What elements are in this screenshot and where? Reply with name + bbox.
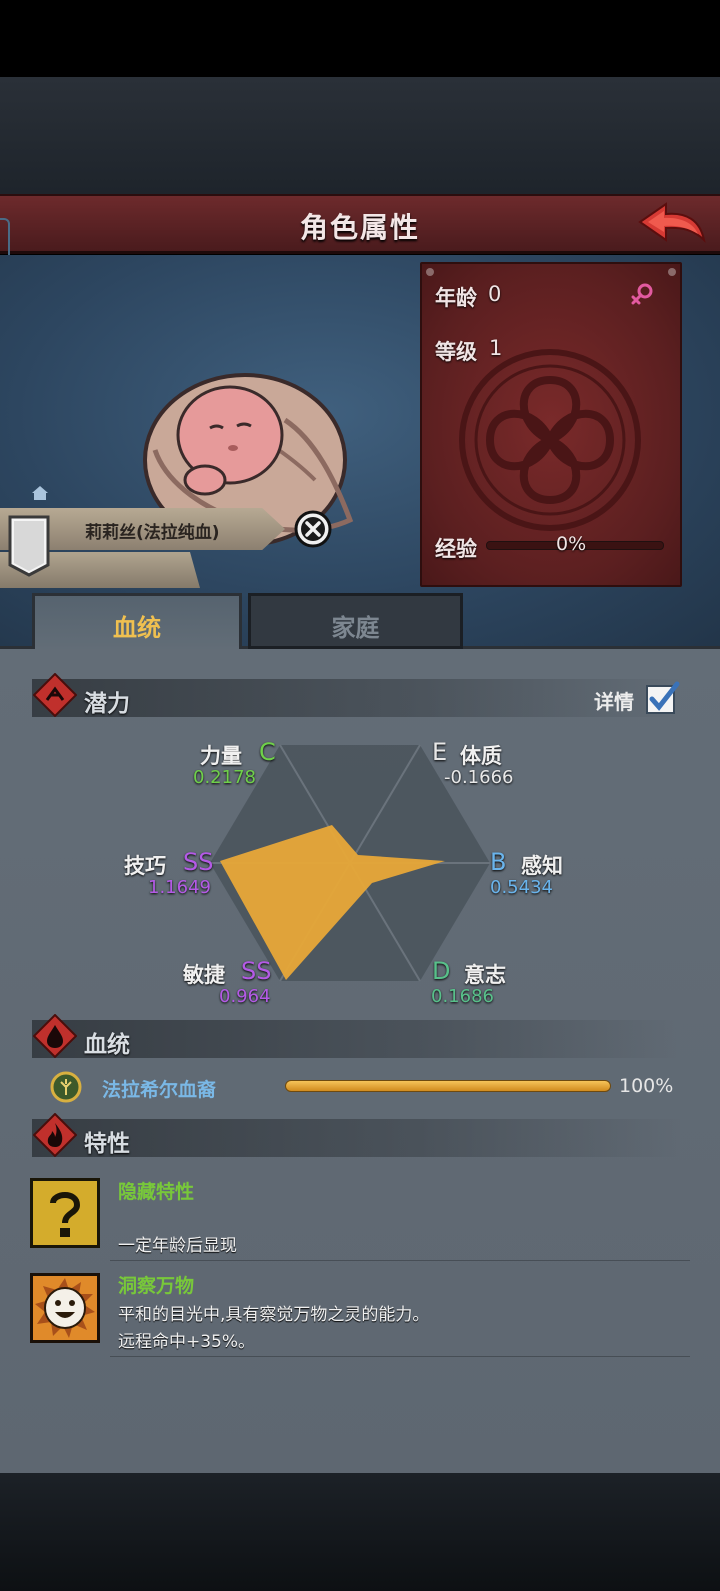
age-label: 年龄: [435, 286, 477, 310]
attr-skill-value: 1.1649: [148, 877, 211, 898]
attr-willpower-name: 意志: [464, 963, 506, 987]
tab-bloodline[interactable]: 血统: [32, 593, 242, 649]
exp-label: 经验: [435, 537, 477, 561]
top-background: [0, 77, 720, 194]
trait-hidden-name: 隐藏特性: [118, 1181, 195, 1203]
trait-insight-effect: 远程命中+35%。: [118, 1332, 256, 1352]
lineage-progress-bar: [285, 1080, 611, 1092]
tab-family[interactable]: 家庭: [248, 593, 463, 649]
page-title: 角色属性: [299, 211, 420, 244]
tree-crest-icon: [50, 1071, 82, 1103]
attr-strength-value: 0.2178: [193, 767, 256, 788]
exp-value: 0%: [556, 533, 587, 555]
detail-label: 详情: [594, 690, 634, 714]
smiling-sun-icon[interactable]: [29, 1272, 101, 1344]
attr-agility-value: 0.964: [219, 986, 271, 1007]
question-mark-icon[interactable]: [29, 1177, 101, 1249]
empty-shield-icon: [8, 515, 50, 577]
attr-constitution-name: 体质: [460, 744, 502, 768]
attr-willpower-grade: D: [432, 957, 451, 985]
attr-strength-grade: C: [259, 738, 276, 766]
status-bar-area: [0, 0, 720, 77]
rivet: [668, 268, 676, 276]
flame-diamond-icon: [33, 1113, 77, 1157]
house-icon: [32, 486, 48, 500]
potential-title: 潜力: [84, 691, 130, 717]
lineage-name: 法拉希尔血裔: [102, 1079, 217, 1101]
trait-hidden-desc: 一定年龄后显现: [118, 1236, 237, 1256]
attr-strength-name: 力量: [200, 744, 242, 768]
title-bar: 角色属性: [0, 194, 720, 254]
attr-skill-name: 技巧: [124, 854, 166, 878]
trait-divider: [110, 1260, 690, 1261]
attr-perception-name: 感知: [521, 854, 563, 878]
attr-willpower-value: 0.1686: [431, 986, 494, 1007]
attr-agility-grade: SS: [241, 957, 272, 985]
rivet: [426, 268, 434, 276]
trait-insight-name: 洞察万物: [118, 1275, 195, 1297]
close-icon[interactable]: [294, 510, 332, 548]
bottom-background: [0, 1473, 720, 1591]
attr-constitution-grade: E: [432, 738, 448, 766]
attr-skill-grade: SS: [183, 848, 214, 876]
age-value: 0: [488, 282, 502, 306]
level-label: 等级: [435, 340, 477, 364]
trait-divider: [110, 1356, 690, 1357]
celtic-knot-emblem: [459, 349, 641, 531]
lineage-percent: 100%: [619, 1075, 674, 1097]
character-name: 莉莉丝(法拉纯血): [85, 523, 220, 543]
attr-perception-value: 0.5434: [490, 877, 553, 898]
traits-title: 特性: [84, 1131, 130, 1157]
blood-drop-diamond-icon: [33, 1014, 77, 1058]
attr-perception-grade: B: [490, 848, 507, 876]
potential-diamond-icon: [33, 673, 77, 717]
bloodline-title: 血统: [84, 1032, 130, 1058]
back-arrow-icon[interactable]: [636, 200, 708, 248]
attr-agility-name: 敏捷: [183, 963, 225, 987]
level-value: 1: [489, 336, 503, 360]
trait-insight-desc: 平和的目光中,具有察觉万物之灵的能力。: [118, 1305, 430, 1325]
attr-constitution-value: -0.1666: [444, 767, 514, 788]
detail-checkbox[interactable]: [644, 680, 680, 716]
female-icon: [631, 283, 653, 305]
